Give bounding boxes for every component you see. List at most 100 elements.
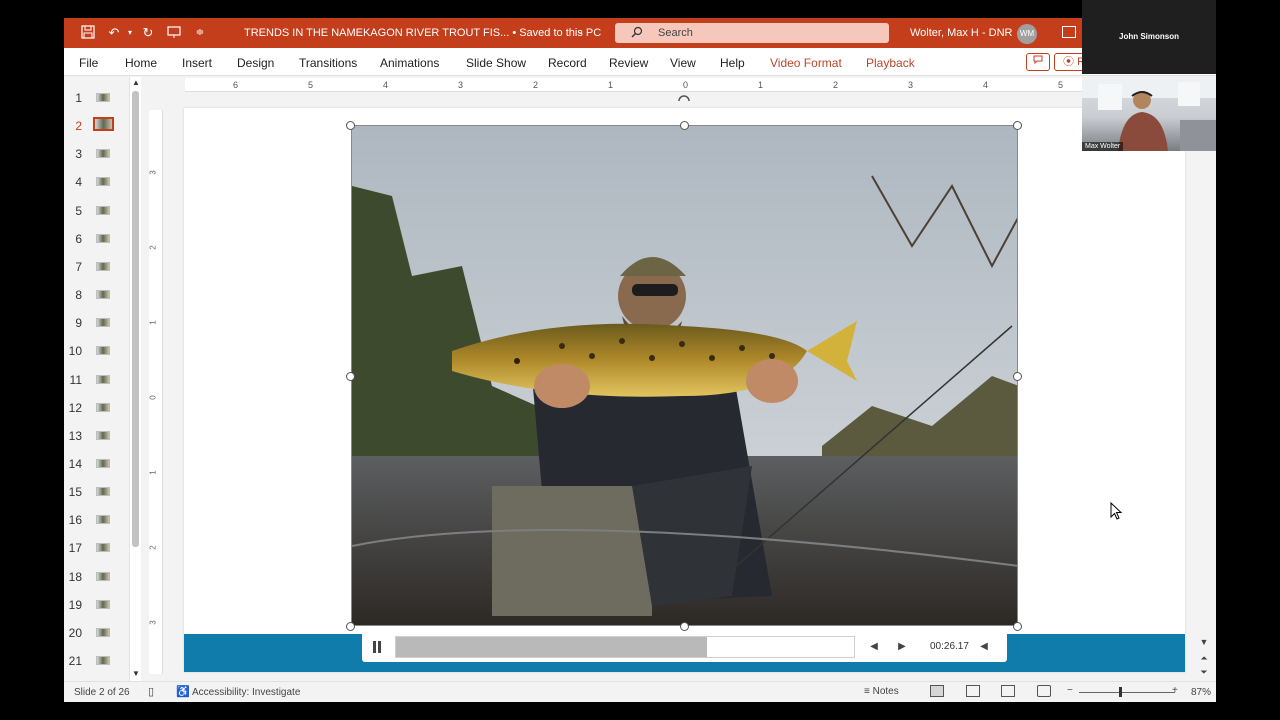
slide-thumbnail[interactable]: 10 bbox=[64, 341, 134, 361]
video-frame[interactable] bbox=[351, 125, 1018, 626]
tab-help[interactable]: Help bbox=[720, 56, 745, 70]
slide-number: 21 bbox=[68, 654, 82, 668]
resize-handle-left[interactable] bbox=[346, 372, 355, 381]
tab-insert[interactable]: Insert bbox=[182, 56, 212, 70]
participant-tile[interactable]: John Simonson bbox=[1082, 0, 1216, 74]
accessibility-status[interactable]: Accessibility: Investigate bbox=[192, 687, 300, 698]
slide-thumbnail[interactable]: 16 bbox=[64, 510, 134, 530]
tab-design[interactable]: Design bbox=[237, 56, 274, 70]
ruler-tick-label: 5 bbox=[1058, 80, 1064, 90]
user-name[interactable]: Wolter, Max H - DNR bbox=[910, 27, 1012, 39]
ribbon-display-options-icon[interactable] bbox=[1062, 26, 1076, 38]
slide-number: 11 bbox=[69, 372, 82, 387]
search-input[interactable]: Search bbox=[615, 23, 889, 43]
resize-handle-top-right[interactable] bbox=[1013, 121, 1022, 130]
previous-slide-icon[interactable]: ⏶ bbox=[1198, 653, 1210, 664]
scroll-down-icon[interactable]: ▼ bbox=[131, 669, 141, 678]
pause-icon[interactable] bbox=[368, 638, 386, 656]
thumbnail-scrollbar[interactable]: ▲ ▼ bbox=[129, 77, 141, 681]
slide-sorter-icon[interactable] bbox=[966, 685, 980, 697]
ruler-tick-label: 1 bbox=[148, 320, 158, 325]
slide-thumbnail[interactable]: 12 bbox=[64, 398, 134, 418]
zoom-slider[interactable] bbox=[1079, 692, 1175, 693]
volume-icon[interactable]: ◀ bbox=[977, 640, 991, 654]
slide-show-icon[interactable] bbox=[1037, 685, 1051, 697]
normal-view-icon[interactable] bbox=[930, 685, 944, 697]
slide-thumbnail[interactable]: 11 bbox=[64, 370, 134, 390]
record-icon: ⦿ bbox=[1063, 56, 1074, 68]
slide-scrollbar[interactable]: ▼ ⏶ ⏷ bbox=[1194, 77, 1216, 681]
slide-thumbnail[interactable]: 2 bbox=[64, 116, 134, 136]
tab-transitions[interactable]: Transitions bbox=[299, 56, 357, 70]
tab-animations[interactable]: Animations bbox=[380, 56, 439, 70]
slide-thumbnail-image bbox=[96, 374, 110, 384]
tab-view[interactable]: View bbox=[670, 56, 696, 70]
slide-thumbnail[interactable]: 21 bbox=[64, 651, 134, 671]
redo-icon[interactable]: ↻ bbox=[140, 25, 156, 41]
slide-count: Slide 2 of 26 bbox=[74, 687, 130, 698]
slide-thumbnail-image bbox=[96, 571, 110, 581]
slide-thumbnail[interactable]: 3 bbox=[64, 144, 134, 164]
slide-number: 5 bbox=[75, 203, 82, 218]
slide-thumbnail[interactable]: 8 bbox=[64, 285, 134, 305]
slide-thumbnail[interactable]: 13 bbox=[64, 426, 134, 446]
tab-playback[interactable]: Playback bbox=[866, 56, 915, 70]
save-icon[interactable] bbox=[80, 25, 96, 41]
slide-thumbnail[interactable]: 4 bbox=[64, 172, 134, 192]
slide-thumbnail-image bbox=[96, 290, 110, 300]
rotate-handle[interactable] bbox=[677, 93, 691, 105]
slide-thumbnail[interactable]: 9 bbox=[64, 313, 134, 333]
previous-frame-icon[interactable]: ◀ bbox=[867, 640, 881, 654]
ruler-tick-label: 3 bbox=[148, 170, 158, 175]
accessibility-icon[interactable]: ♿ bbox=[176, 685, 190, 698]
zoom-level[interactable]: 87% bbox=[1191, 687, 1211, 698]
notes-button[interactable]: ≡ Notes bbox=[864, 686, 899, 697]
comments-button[interactable] bbox=[1026, 53, 1050, 71]
tab-file[interactable]: File bbox=[79, 56, 98, 70]
slide-thumbnail[interactable]: 7 bbox=[64, 257, 134, 277]
resize-handle-top-left[interactable] bbox=[346, 121, 355, 130]
next-slide-icon[interactable]: ⏷ bbox=[1198, 667, 1210, 678]
undo-icon[interactable]: ↶ bbox=[106, 25, 122, 41]
slide-thumbnail[interactable]: 6 bbox=[64, 229, 134, 249]
resize-handle-bottom[interactable] bbox=[680, 622, 689, 631]
slide-thumbnail[interactable]: 17 bbox=[64, 538, 134, 558]
slide-thumbnail-image bbox=[96, 543, 110, 553]
slide-thumbnail[interactable]: 19 bbox=[64, 595, 134, 615]
customize-toolbar-icon[interactable]: ≑ bbox=[192, 25, 208, 41]
avatar[interactable]: WM bbox=[1017, 24, 1037, 44]
slide-thumbnail[interactable]: 14 bbox=[64, 454, 134, 474]
zoom-in-icon[interactable]: + bbox=[1172, 685, 1178, 696]
ruler-tick-label: 4 bbox=[983, 80, 989, 90]
tab-record[interactable]: Record bbox=[548, 56, 587, 70]
slide-thumbnail[interactable]: 1 bbox=[64, 88, 134, 108]
thumbnail-scroll-thumb[interactable] bbox=[132, 91, 139, 547]
scroll-down-icon[interactable]: ▼ bbox=[1198, 637, 1210, 647]
undo-dropdown-icon[interactable]: ▾ bbox=[122, 25, 138, 41]
chevron-down-icon[interactable]: ⌄ bbox=[576, 26, 584, 37]
slide-thumbnail[interactable]: 15 bbox=[64, 482, 134, 502]
tab-review[interactable]: Review bbox=[609, 56, 648, 70]
slide-thumbnail[interactable]: 18 bbox=[64, 567, 134, 587]
zoom-out-icon[interactable]: − bbox=[1067, 685, 1073, 696]
next-frame-icon[interactable]: ▶ bbox=[895, 640, 909, 654]
resize-handle-bottom-left[interactable] bbox=[346, 622, 355, 631]
resize-handle-top[interactable] bbox=[680, 121, 689, 130]
progress-track[interactable] bbox=[395, 636, 855, 658]
document-title[interactable]: TRENDS IN THE NAMEKAGON RIVER TROUT FIS.… bbox=[244, 27, 601, 39]
slide-thumbnail[interactable]: 20 bbox=[64, 623, 134, 643]
scroll-up-icon[interactable]: ▲ bbox=[131, 78, 141, 87]
tab-slide-show[interactable]: Slide Show bbox=[466, 56, 526, 70]
present-icon[interactable] bbox=[166, 25, 182, 41]
reading-view-icon[interactable] bbox=[1001, 685, 1015, 697]
ruler-tick-label: 1 bbox=[608, 80, 614, 90]
zoom-slider-thumb[interactable] bbox=[1119, 687, 1123, 697]
tab-video-format[interactable]: Video Format bbox=[770, 56, 842, 70]
tab-home[interactable]: Home bbox=[125, 56, 157, 70]
notes-label: Notes bbox=[872, 686, 899, 697]
participant-video[interactable]: Max Wolter bbox=[1082, 76, 1216, 151]
slide-thumbnail[interactable]: 5 bbox=[64, 201, 134, 221]
resize-handle-right[interactable] bbox=[1013, 372, 1022, 381]
resize-handle-bottom-right[interactable] bbox=[1013, 622, 1022, 631]
spelling-icon[interactable]: ▯ bbox=[148, 685, 154, 698]
